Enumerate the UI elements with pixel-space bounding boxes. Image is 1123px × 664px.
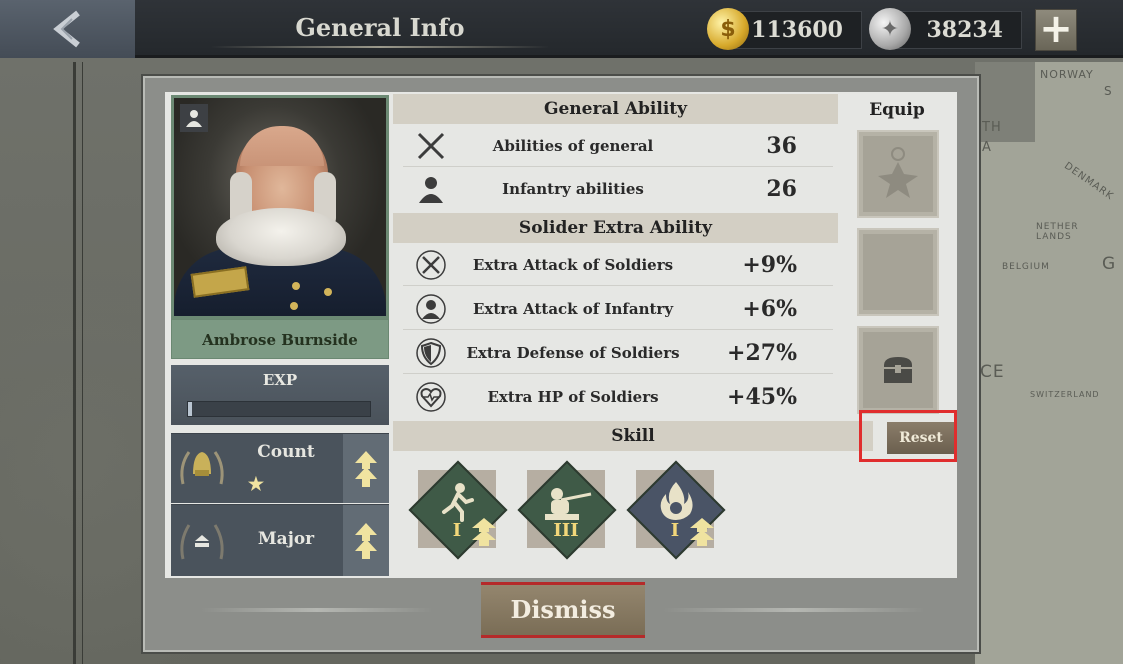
- extra-ability-row: Extra HP of Soldiers +45%: [403, 376, 833, 418]
- map-label-netherlands: NETHER LANDS: [1036, 222, 1079, 242]
- silver-medal-icon: ✦: [869, 8, 911, 50]
- skill-upgrade-icon: [472, 518, 496, 546]
- ability-row: Abilities of general 36: [403, 125, 833, 167]
- page-title: General Info: [295, 13, 465, 42]
- extra-ability-label: Extra Defense of Soldiers: [466, 344, 680, 362]
- reset-highlight-box: [859, 410, 957, 462]
- extra-ability-row: Extra Defense of Soldiers +27%: [403, 332, 833, 374]
- map-label-switzerland: SWITZERLAND: [1030, 390, 1100, 399]
- portrait-button: [292, 282, 300, 290]
- ability-value: 26: [766, 176, 797, 202]
- portrait-button: [290, 302, 298, 310]
- skill-upgrade-icon: [690, 518, 714, 546]
- general-name: Ambrose Burnside: [171, 319, 389, 359]
- skill-header: Skill: [393, 421, 873, 451]
- title-underline: [210, 46, 550, 48]
- laurel-rank-icon: [180, 524, 224, 560]
- rifleman-icon: [545, 488, 592, 520]
- infantry-attack-icon: [416, 294, 446, 324]
- flame-icon: [660, 482, 693, 520]
- shield-icon: [416, 338, 446, 368]
- exp-label: EXP: [262, 371, 298, 389]
- gold-coin-icon: $: [707, 8, 749, 50]
- exp-section: EXP: [171, 365, 389, 425]
- skill-item[interactable]: III: [517, 460, 617, 566]
- ability-label: Infantry abilities: [502, 180, 644, 198]
- map-border-line: [82, 62, 83, 664]
- map-label: TH: [982, 120, 1002, 135]
- panel-content: Ambrose Burnside EXP Count ★ Major Gener…: [165, 92, 957, 578]
- rank-label: Major: [257, 529, 315, 549]
- extra-ability-value: +9%: [742, 252, 797, 278]
- rank-upgrade-button[interactable]: [343, 505, 389, 576]
- map-label: G: [1102, 254, 1117, 274]
- extra-ability-label: Extra HP of Soldiers: [487, 388, 659, 406]
- slot-inner: [863, 136, 933, 212]
- skill-item[interactable]: I: [408, 460, 508, 566]
- general-info-panel: Ambrose Burnside EXP Count ★ Major Gener…: [143, 76, 979, 652]
- ability-value: 36: [766, 133, 797, 159]
- general-portrait-frame: [171, 95, 389, 319]
- ability-row: Infantry abilities 26: [403, 168, 833, 210]
- map-label-norway: NORWAY: [1040, 68, 1094, 81]
- chevron-left-icon: [52, 10, 80, 48]
- soldier-icon: [419, 177, 443, 203]
- extra-ability-value: +45%: [727, 384, 797, 410]
- rank-upgrade-button[interactable]: [343, 434, 389, 503]
- plus-icon: +: [1039, 6, 1073, 52]
- map-label: S: [1104, 84, 1113, 98]
- ability-label: Abilities of general: [492, 137, 654, 155]
- slot-inner: [863, 234, 933, 310]
- soldier-extra-header: Solider Extra Ability: [393, 213, 838, 243]
- dismiss-divider-right: [663, 608, 925, 612]
- rank-label: Count: [257, 442, 315, 462]
- rank-row-count: Count ★: [171, 433, 389, 503]
- extra-ability-value: +27%: [727, 340, 797, 366]
- equip-slot-medal[interactable]: [857, 130, 939, 218]
- general-portrait: [174, 98, 386, 316]
- exp-progress-fill: [188, 402, 192, 416]
- general-ability-header: General Ability: [393, 94, 838, 124]
- map-label: CE: [980, 362, 1005, 382]
- portrait-mustache: [216, 208, 346, 266]
- top-bar: General Info 113600 $ 38234 ✦ +: [0, 0, 1123, 58]
- equip-slot-chest[interactable]: [857, 326, 939, 414]
- extra-ability-row: Extra Attack of Infantry +6%: [403, 288, 833, 330]
- heart-icon: [416, 382, 446, 412]
- extra-ability-label: Extra Attack of Infantry: [472, 300, 674, 318]
- double-arrow-up-icon: [355, 450, 377, 487]
- add-currency-button[interactable]: +: [1035, 9, 1077, 51]
- rank-star-icon: ★: [247, 474, 265, 495]
- dismiss-button[interactable]: Dismiss: [481, 582, 645, 638]
- exp-progress-bar: [187, 401, 371, 417]
- medal-icon: [878, 147, 918, 198]
- double-arrow-up-icon: [355, 522, 377, 559]
- back-button[interactable]: [0, 0, 135, 58]
- map-label-belgium: BELGIUM: [1002, 262, 1050, 272]
- portrait-head: [240, 126, 324, 166]
- rank-row-major: Major: [171, 504, 389, 576]
- crossed-swords-icon: [417, 132, 445, 160]
- skill-level: III: [553, 520, 579, 541]
- chest-icon: [884, 357, 912, 383]
- skill-item[interactable]: I: [626, 460, 726, 566]
- extra-ability-value: +6%: [742, 296, 797, 322]
- portrait-button: [324, 288, 332, 296]
- general-type-icon: [180, 104, 208, 132]
- equip-header: Equip: [869, 100, 925, 120]
- attack-swords-icon: [416, 250, 446, 280]
- map-label: A: [982, 140, 992, 155]
- map-border-line: [73, 62, 76, 664]
- slot-inner: [863, 332, 933, 408]
- dismiss-divider-left: [201, 608, 433, 612]
- silver-amount: 38234: [926, 17, 1003, 43]
- gold-amount: 113600: [751, 17, 843, 43]
- extra-ability-row: Extra Attack of Soldiers +9%: [403, 244, 833, 286]
- equip-slot-empty[interactable]: [857, 228, 939, 316]
- running-soldier-icon: [442, 483, 474, 522]
- extra-ability-label: Extra Attack of Soldiers: [472, 256, 674, 274]
